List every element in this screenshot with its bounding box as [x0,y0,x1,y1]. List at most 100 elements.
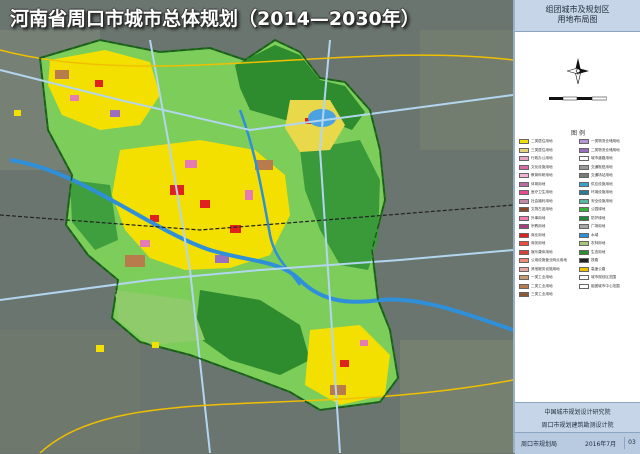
town-block [14,110,21,116]
legend-label: 宗教用地 [531,224,546,228]
legend-swatch [519,283,529,289]
legend-item: 城市规划区范围 [579,274,635,281]
legend-item: 一类工业用地 [519,274,575,281]
legend-label: 生态用地 [591,249,606,254]
legend-swatch [519,190,529,195]
north-arrow-icon [567,58,589,84]
legend-swatch [579,283,589,289]
land-use-map [0,0,513,453]
legend-label: 医疗卫生用地 [531,190,553,194]
panel-subtitle-line2: 用地布局图 [557,15,598,24]
legend-label: 商业用地 [531,232,546,237]
legend-label: 外事用地 [531,215,546,220]
legend-item: 供应设施用地 [579,181,635,188]
legend-item: 二类工业用地 [519,283,575,290]
legend-swatch [519,164,529,170]
legend-title: 图 例 [571,130,585,137]
legend-label: 商务用地 [531,241,546,245]
panel-subtitle-line1: 组团城市及规划区 [545,5,610,14]
legend-item: 广场用地 [579,223,635,230]
legend-label: 安全设施用地 [591,198,613,203]
legend-label: 供应设施用地 [591,181,613,186]
legend-swatch [519,173,529,178]
legend-item: 二类物流仓储用地 [579,147,635,154]
organization-secondary: 周口市规划建筑勘测设计院 [541,422,614,429]
legend-label: 教育科研用地 [531,173,553,177]
legend-label: 二类物流仓储用地 [591,147,620,152]
legend-swatch [519,147,529,153]
legend-label: 娱乐康体用地 [531,249,553,254]
legend-label: 农林用地 [591,241,606,245]
legend-item: 防护绿地 [579,215,635,222]
legend-item: 二类居住用地 [519,138,575,145]
legend-panel: 组团城市及规划区 用地布局图 图 例 二类居住用地 三类居住用地 行政办公用地 文化设… [513,0,640,454]
legend-label: 高速公路 [591,266,606,271]
legend-swatch [579,266,589,272]
legend-swatch [519,181,529,187]
legend-swatch [519,139,529,144]
legend-item: 教育科研用地 [519,172,575,179]
legend-swatch [519,198,529,204]
legend-swatch [519,241,529,246]
legend-swatch [519,224,529,229]
legend-item: 高速公路 [579,266,635,273]
legend-label: 体育用地 [531,181,546,186]
panel-header: 组团城市及规划区 用地布局图 [515,0,640,32]
legend-item: 三类居住用地 [519,147,575,154]
legend-label: 城市道路用地 [591,156,613,160]
legend-swatch [579,181,589,187]
map-sheet: 河南省周口市城市总体规划（2014—2030年） 组团城市及规划区 用地布局图 … [0,0,640,454]
legend-label: 环境设施用地 [591,190,613,194]
organization-block: 中国城市规划设计研究院 周口市规划建筑勘测设计院 [515,402,640,433]
legend-label: 公用设施营业网点用地 [531,258,567,262]
legend-swatch [579,147,589,153]
title-bar: 河南省周口市城市总体规划（2014—2030年） [0,0,513,34]
legend-item: 外事用地 [519,215,575,222]
legend-item: 医疗卫生用地 [519,189,575,196]
legend-swatch [579,249,589,255]
legend-label: 广场用地 [591,224,606,228]
legend-label: 交通场站用地 [591,173,613,177]
legend-swatch [519,266,529,272]
satellite-field-patch [420,30,513,150]
legend-item: 公用设施营业网点用地 [519,257,575,264]
town-block [152,342,159,348]
legend-label: 三类居住用地 [531,147,553,152]
legend-swatch [579,241,589,246]
legend-item: 一类物流仓储用地 [579,138,635,145]
legend-item: 农林用地 [579,240,635,247]
legend-label: 水域 [591,232,599,237]
legend-item: 其他服务设施用地 [519,266,575,273]
legend-item: 商业用地 [519,232,575,239]
legend-swatch [579,139,589,144]
town-block [96,345,104,352]
legend-label: 社会福利用地 [531,198,553,203]
scale-bar-icon [549,96,607,101]
legend-item: 商务用地 [519,240,575,247]
footer-bureau: 周口市规划局 [521,441,558,448]
legend-item: 组团城市中心范围 [579,283,635,290]
legend-label: 城市规划区范围 [591,275,617,279]
organization-primary: 中国城市规划设计研究院 [544,409,611,416]
legend-swatch [579,215,589,221]
legend-item: 行政办公用地 [519,155,575,162]
legend-swatch [519,249,529,255]
legend-item: 宗教用地 [519,223,575,230]
legend-label: 组团城市中心范围 [591,283,620,288]
legend-swatch [579,224,589,229]
legend-swatch [519,292,529,297]
legend-swatch [519,156,529,161]
legend-item: 公园绿地 [579,206,635,213]
legend-item: 娱乐康体用地 [519,249,575,256]
legend-label: 铁路 [591,258,599,262]
legend-item: 生态用地 [579,249,635,256]
legend-item: 交通场站用地 [579,172,635,179]
legend-swatch [579,198,589,204]
legend-item: 铁路 [579,257,635,264]
legend-item: 三类工业用地 [519,291,575,298]
satellite-field-patch [0,330,140,453]
legend-swatch [519,215,529,221]
legend-item: 环境设施用地 [579,189,635,196]
legend-label: 交通枢纽用地 [591,164,613,169]
legend-label: 文物古迹用地 [531,207,553,211]
